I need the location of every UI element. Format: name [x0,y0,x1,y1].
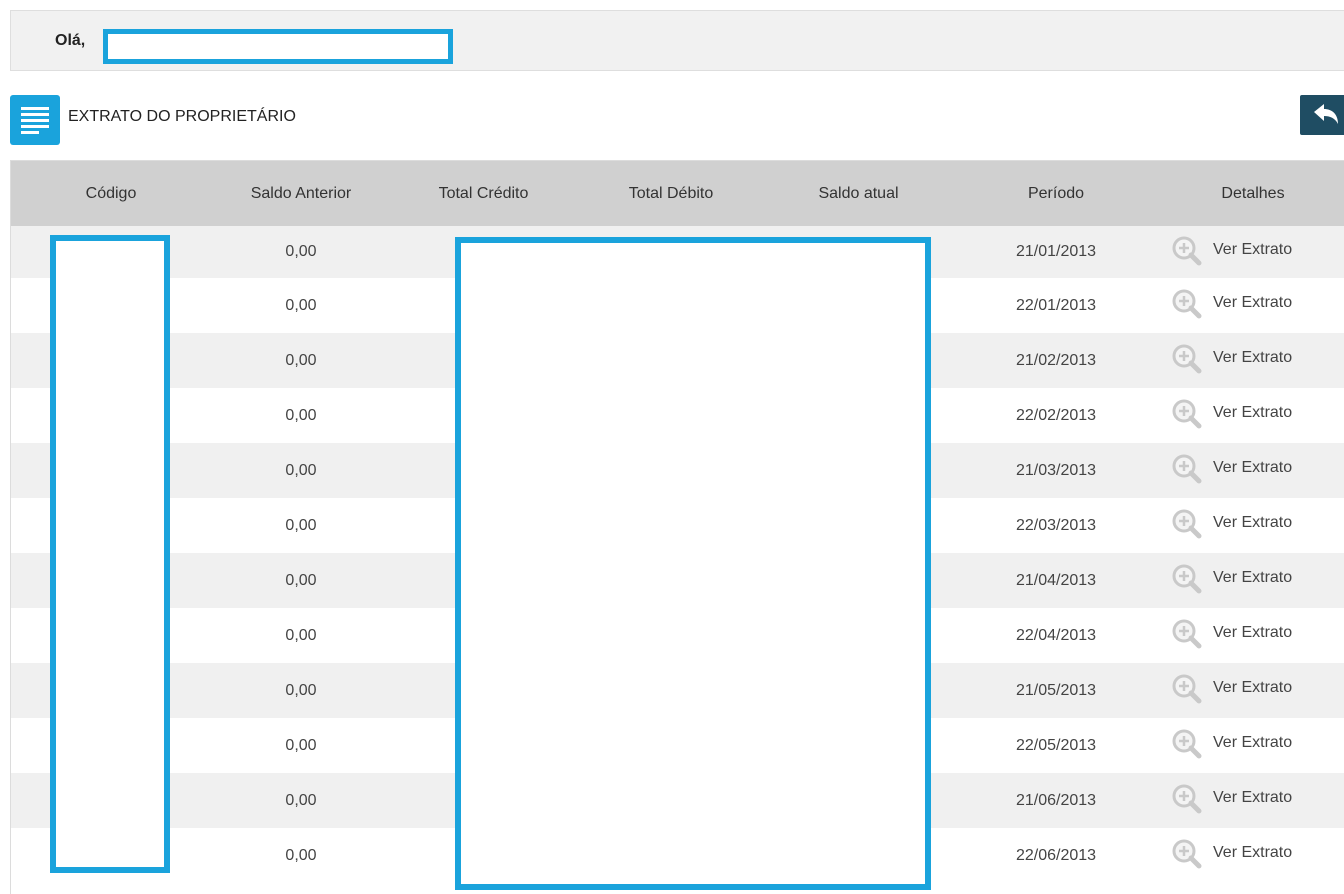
page-title: EXTRATO DO PROPRIETÁRIO [68,108,296,125]
ver-extrato-label: Ver Extrato [1213,294,1293,311]
ver-extrato-label: Ver Extrato [1213,240,1293,258]
cell-saldo-anterior: 0,00 [211,718,391,773]
cell-detalhes: Ver Extrato [1161,498,1344,553]
redacted-values-columns [455,237,931,890]
cell-detalhes: Ver Extrato [1161,773,1344,828]
ver-extrato-link[interactable]: Ver Extrato [1169,286,1292,320]
cell-saldo-anterior: 0,00 [211,608,391,663]
cell-detalhes: Ver Extrato [1161,663,1344,718]
ver-extrato-label: Ver Extrato [1213,734,1293,751]
cell-saldo-anterior: 0,00 [211,333,391,388]
document-list-icon [10,95,60,145]
column-header-codigo[interactable]: Código [11,161,211,226]
ver-extrato-link[interactable]: Ver Extrato [1169,506,1292,540]
cell-periodo: 22/02/2013 [951,388,1161,443]
cell-saldo-anterior: 0,00 [211,498,391,553]
cell-detalhes: Ver Extrato [1161,553,1344,608]
ver-extrato-link[interactable]: Ver Extrato [1169,616,1292,650]
ver-extrato-label: Ver Extrato [1213,404,1293,421]
ver-extrato-label: Ver Extrato [1213,844,1293,861]
cell-saldo-anterior: 0,00 [211,226,391,278]
cell-periodo: 21/06/2013 [951,773,1161,828]
ver-extrato-link[interactable]: Ver Extrato [1169,396,1292,430]
zoom-in-icon [1169,671,1203,705]
page: Olá, EXTRATO DO PROPRIETÁRIO Código Sald… [0,0,1344,894]
zoom-in-icon [1169,286,1203,320]
ver-extrato-label: Ver Extrato [1213,349,1293,366]
cell-periodo: 21/03/2013 [951,443,1161,498]
cell-saldo-anterior: 0,00 [211,663,391,718]
ver-extrato-label: Ver Extrato [1213,624,1293,641]
cell-periodo: 21/05/2013 [951,663,1161,718]
zoom-in-icon [1169,233,1203,267]
cell-saldo-anterior: 0,00 [211,443,391,498]
cell-periodo: 21/04/2013 [951,553,1161,608]
cell-saldo-anterior: 0,00 [211,388,391,443]
back-button[interactable] [1300,95,1344,135]
ver-extrato-link[interactable]: Ver Extrato [1169,561,1292,595]
greeting-label: Olá, [55,32,86,49]
ver-extrato-link[interactable]: Ver Extrato [1169,781,1292,815]
cell-detalhes: Ver Extrato [1161,388,1344,443]
zoom-in-icon [1169,726,1203,760]
cell-detalhes: Ver Extrato [1161,828,1344,883]
zoom-in-icon [1169,396,1203,430]
zoom-in-icon [1169,781,1203,815]
ver-extrato-label: Ver Extrato [1213,789,1293,806]
column-header-detalhes[interactable]: Detalhes [1161,161,1344,226]
column-header-total-debito[interactable]: Total Débito [576,161,766,226]
cell-saldo-anterior: 0,00 [211,773,391,828]
cell-detalhes: Ver Extrato [1161,608,1344,663]
zoom-in-icon [1169,616,1203,650]
column-header-saldo-anterior[interactable]: Saldo Anterior [211,161,391,226]
cell-periodo: 22/01/2013 [951,278,1161,333]
cell-detalhes: Ver Extrato [1161,278,1344,333]
redacted-codigo-column [50,235,170,873]
redacted-user-name [103,29,453,64]
cell-periodo: 22/05/2013 [951,718,1161,773]
ver-extrato-link[interactable]: Ver Extrato [1169,341,1292,375]
column-header-total-credito[interactable]: Total Crédito [391,161,576,226]
cell-detalhes: Ver Extrato [1161,333,1344,388]
ver-extrato-label: Ver Extrato [1213,679,1293,696]
zoom-in-icon [1169,561,1203,595]
ver-extrato-label: Ver Extrato [1213,514,1293,531]
cell-detalhes: Ver Extrato [1161,443,1344,498]
ver-extrato-link[interactable]: Ver Extrato [1169,836,1292,870]
reply-arrow-icon [1314,104,1338,124]
zoom-in-icon [1169,451,1203,485]
cell-periodo: 22/03/2013 [951,498,1161,553]
cell-detalhes: Ver Extrato [1161,226,1344,278]
zoom-in-icon [1169,506,1203,540]
cell-periodo: 21/02/2013 [951,333,1161,388]
ver-extrato-link[interactable]: Ver Extrato [1169,451,1292,485]
table-header-row: Código Saldo Anterior Total Crédito Tota… [11,161,1344,226]
ver-extrato-label: Ver Extrato [1213,459,1293,476]
column-header-periodo[interactable]: Período [951,161,1161,226]
cell-saldo-anterior: 0,00 [211,828,391,883]
zoom-in-icon [1169,836,1203,870]
cell-saldo-anterior: 0,00 [211,553,391,608]
cell-periodo: 21/01/2013 [951,226,1161,278]
ver-extrato-link[interactable]: Ver Extrato [1169,671,1292,705]
ver-extrato-link[interactable]: Ver Extrato [1169,233,1292,267]
zoom-in-icon [1169,341,1203,375]
cell-periodo: 22/04/2013 [951,608,1161,663]
cell-detalhes: Ver Extrato [1161,718,1344,773]
ver-extrato-link[interactable]: Ver Extrato [1169,726,1292,760]
cell-saldo-anterior: 0,00 [211,278,391,333]
column-header-saldo-atual[interactable]: Saldo atual [766,161,951,226]
ver-extrato-label: Ver Extrato [1213,569,1293,586]
cell-periodo: 22/06/2013 [951,828,1161,883]
